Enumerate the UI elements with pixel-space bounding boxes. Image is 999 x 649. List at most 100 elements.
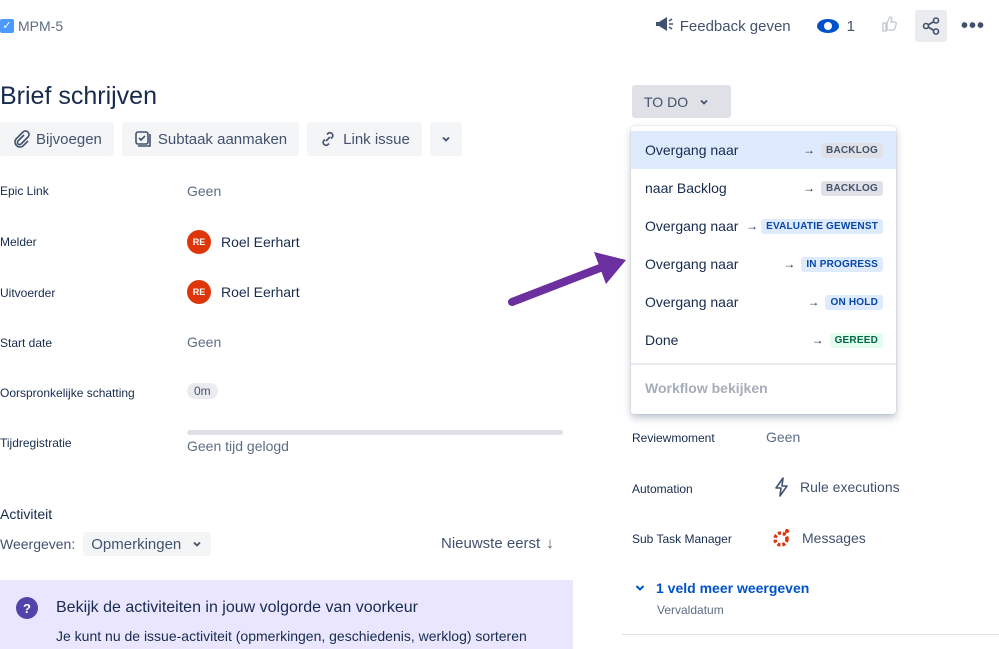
status-dropdown-button[interactable]: TO DO bbox=[632, 85, 731, 118]
thumbs-up-icon[interactable] bbox=[881, 15, 897, 37]
activity-filter: Weergeven: Opmerkingen bbox=[0, 532, 212, 556]
chevron-down-icon bbox=[635, 585, 645, 591]
epic-link-value[interactable]: Geen bbox=[187, 183, 221, 199]
feedback-label: Feedback geven bbox=[679, 17, 791, 35]
sort-order-button[interactable]: Nieuwste eerst ↓ bbox=[441, 535, 554, 552]
view-workflow-link[interactable]: Workflow bekijken bbox=[645, 380, 768, 396]
original-estimate-label: Oorspronkelijke schatting bbox=[0, 386, 135, 400]
paperclip-icon bbox=[14, 130, 30, 148]
question-icon: ? bbox=[16, 597, 38, 619]
status-lozenge: GEREED bbox=[829, 332, 883, 348]
attach-button[interactable]: Bijvoegen bbox=[0, 122, 114, 156]
transition-label: Overgang naar bbox=[645, 218, 739, 234]
time-tracking-label: Tijdregistratie bbox=[0, 436, 72, 450]
reporter-name: Roel Eerhart bbox=[221, 234, 300, 250]
share-button[interactable] bbox=[914, 10, 947, 42]
status-lozenge: BACKLOG bbox=[821, 142, 883, 158]
arrow-right-icon: → bbox=[803, 143, 816, 157]
transition-label: Overgang naar bbox=[645, 256, 739, 272]
assignee-label: Uitvoerder bbox=[0, 286, 56, 300]
show-more-label: 1 veld meer weergeven bbox=[656, 580, 810, 596]
arrow-right-icon: → bbox=[807, 295, 820, 309]
eye-icon bbox=[816, 19, 839, 33]
subtask-label: Subtaak aanmaken bbox=[157, 130, 288, 148]
subtask-manager-value[interactable]: Messages bbox=[770, 527, 866, 549]
issue-actions: Feedback geven 1 ••• bbox=[646, 10, 985, 42]
review-moment-label: Reviewmoment bbox=[632, 431, 715, 445]
menu-divider bbox=[631, 363, 896, 365]
avatar: RE bbox=[187, 230, 211, 254]
messages-link: Messages bbox=[802, 530, 866, 546]
watch-count: 1 bbox=[846, 17, 855, 35]
more-toolbar-button[interactable] bbox=[429, 122, 462, 156]
automation-label: Automation bbox=[632, 482, 693, 496]
transition-item[interactable]: Done → GEREED bbox=[631, 321, 896, 359]
original-estimate-value[interactable]: 0m bbox=[187, 383, 218, 399]
sort-label: Nieuwste eerst bbox=[441, 535, 541, 552]
more-actions-icon[interactable]: ••• bbox=[961, 15, 985, 38]
activity-filter-select[interactable]: Opmerkingen bbox=[83, 532, 212, 556]
assignee-value[interactable]: RE Roel Eerhart bbox=[187, 280, 300, 304]
status-lozenge: IN PROGRESS bbox=[801, 256, 883, 272]
issue-key-breadcrumb[interactable]: ✓ MPM-5 bbox=[0, 16, 63, 36]
divider bbox=[622, 634, 999, 635]
activity-heading: Activiteit bbox=[0, 506, 53, 522]
activity-info-banner: ? Bekijk de activiteiten in jouw volgord… bbox=[0, 580, 573, 649]
status-lozenge: EVALUATIE GEWENST bbox=[761, 218, 883, 234]
arrow-right-icon: → bbox=[783, 257, 796, 271]
link-issue-label: Link issue bbox=[343, 130, 410, 148]
feedback-button[interactable]: Feedback geven bbox=[646, 10, 799, 42]
transition-item[interactable]: Overgang naar → IN PROGRESS bbox=[631, 245, 896, 283]
time-tracking-value[interactable]: Geen tijd gelogd bbox=[187, 438, 289, 454]
transition-item[interactable]: Overgang naar → ON HOLD bbox=[631, 283, 896, 321]
transition-label: Done bbox=[645, 332, 679, 348]
assignee-name: Roel Eerhart bbox=[221, 284, 300, 300]
show-label: Weergeven: bbox=[0, 536, 76, 552]
status-lozenge: ON HOLD bbox=[825, 294, 883, 310]
status-lozenge: BACKLOG bbox=[821, 180, 883, 196]
issue-title[interactable]: Brief schrijven bbox=[0, 82, 157, 111]
arrow-right-icon: → bbox=[746, 219, 759, 233]
issue-toolbar: Bijvoegen Subtaak aanmaken Link issue bbox=[0, 122, 462, 156]
time-tracking-bar[interactable] bbox=[187, 430, 563, 435]
automation-link: Rule executions bbox=[800, 479, 900, 495]
status-transition-menu: Overgang naar → BACKLOG naar Backlog → BAC… bbox=[631, 126, 896, 414]
start-date-value[interactable]: Geen bbox=[187, 334, 221, 350]
subtask-icon bbox=[135, 131, 151, 147]
automation-value[interactable]: Rule executions bbox=[774, 477, 900, 497]
watch-button[interactable]: 1 bbox=[816, 17, 855, 35]
megaphone-icon bbox=[654, 16, 674, 36]
info-title: Bekijk de activiteiten in jouw volgorde … bbox=[56, 599, 418, 616]
create-subtask-button[interactable]: Subtaak aanmaken bbox=[121, 122, 300, 156]
status-value: TO DO bbox=[644, 93, 689, 110]
review-moment-value[interactable]: Geen bbox=[766, 429, 800, 445]
subtask-manager-label: Sub Task Manager bbox=[632, 532, 732, 546]
transition-label: Overgang naar bbox=[645, 142, 739, 158]
task-type-icon: ✓ bbox=[0, 19, 14, 33]
transition-item[interactable]: naar Backlog → BACKLOG bbox=[631, 169, 896, 207]
gear-icon bbox=[773, 529, 789, 547]
start-date-label: Start date bbox=[0, 336, 53, 350]
issue-key[interactable]: MPM-5 bbox=[18, 18, 63, 34]
attach-label: Bijvoegen bbox=[36, 130, 102, 148]
reporter-label: Melder bbox=[0, 235, 37, 249]
lightning-icon bbox=[775, 477, 788, 497]
transition-item[interactable]: Overgang naar → BACKLOG bbox=[631, 131, 896, 169]
info-text: Je kunt nu de issue-activiteit (opmerkin… bbox=[56, 628, 527, 644]
share-icon bbox=[922, 17, 940, 35]
avatar: RE bbox=[187, 280, 211, 304]
chevron-down-icon bbox=[442, 136, 450, 142]
epic-link-label: Epic Link bbox=[0, 184, 49, 198]
transition-label: naar Backlog bbox=[645, 180, 727, 196]
arrow-right-icon: → bbox=[811, 333, 824, 347]
annotation-arrow-icon bbox=[508, 252, 626, 306]
reporter-value[interactable]: RE Roel Eerhart bbox=[187, 230, 300, 254]
link-icon bbox=[322, 131, 334, 147]
filter-value: Opmerkingen bbox=[91, 535, 182, 553]
transition-item[interactable]: Overgang naar → EVALUATIE GEWENST bbox=[631, 207, 896, 245]
arrow-right-icon: → bbox=[803, 181, 816, 195]
arrow-down-icon: ↓ bbox=[546, 535, 554, 552]
chevron-down-icon bbox=[700, 99, 708, 105]
show-more-fields-button[interactable]: 1 veld meer weergeven bbox=[634, 580, 809, 596]
link-issue-button[interactable]: Link issue bbox=[307, 122, 422, 156]
